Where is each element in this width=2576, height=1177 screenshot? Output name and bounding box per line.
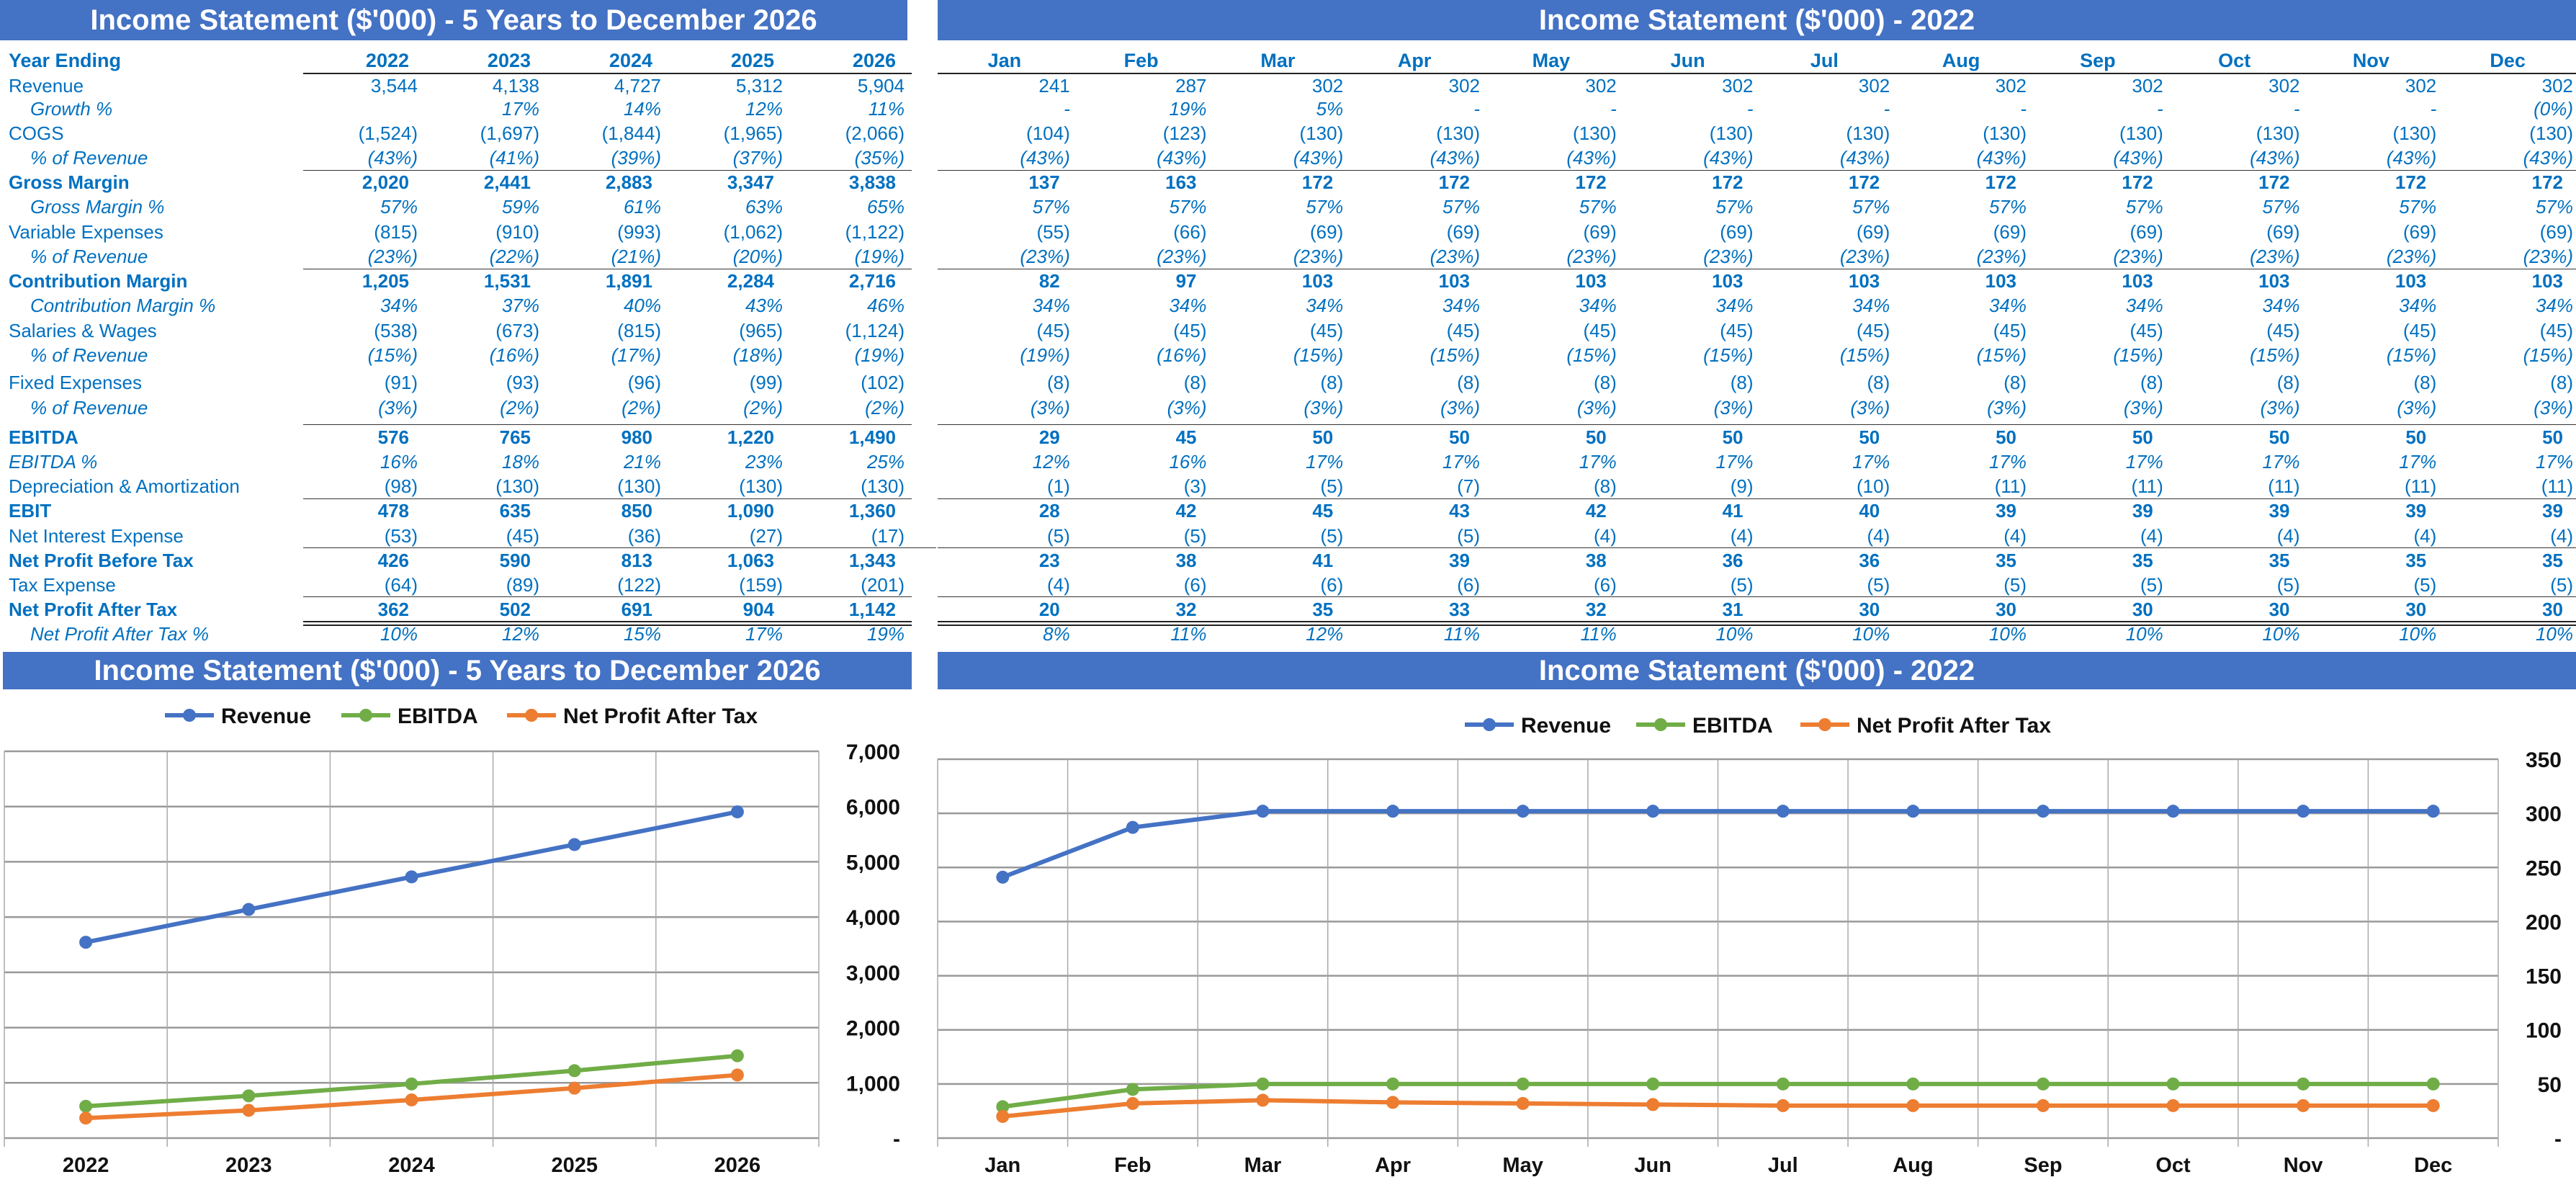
data-point xyxy=(1256,1077,1270,1091)
data-point xyxy=(2036,1077,2050,1091)
data-point xyxy=(1516,1077,1530,1091)
legend-label: Revenue xyxy=(221,704,311,728)
data-point xyxy=(2036,1098,2050,1112)
legend-marker xyxy=(359,709,372,722)
y-tick-label: 6,000 xyxy=(846,796,900,820)
data-point xyxy=(567,1064,581,1078)
data-point xyxy=(1906,1077,1920,1091)
data-point xyxy=(405,870,418,884)
data-point xyxy=(1646,805,1660,818)
charts-layer: - 1,000 2,000 3,000 4,000 5,000 6,000 7,000 2022… xyxy=(4,704,2562,1177)
data-point xyxy=(1386,1096,1400,1109)
legend-marker xyxy=(183,709,196,722)
x-tick-label: Nov xyxy=(2284,1154,2323,1177)
y-tick-label: - xyxy=(893,1127,900,1151)
data-point xyxy=(79,1111,93,1125)
legend-label: EBITDA xyxy=(398,704,478,728)
legend-label: Revenue xyxy=(1521,714,1611,738)
data-point xyxy=(1776,1098,1790,1112)
y-tick-label: 250 xyxy=(2526,856,2562,880)
y-tick-label: 3,000 xyxy=(846,962,900,985)
data-point xyxy=(1386,805,1400,818)
legend-marker xyxy=(525,709,538,722)
x-tick-label: Dec xyxy=(2414,1154,2452,1177)
x-tick-label: Aug xyxy=(1893,1154,1933,1177)
data-point xyxy=(1646,1077,1660,1091)
data-point xyxy=(2426,1098,2440,1112)
data-point xyxy=(2426,1077,2440,1091)
x-tick-label: Jun xyxy=(1634,1154,1671,1177)
x-tick-label: Oct xyxy=(2155,1154,2191,1177)
data-point xyxy=(79,1099,93,1113)
x-tick-label: 2024 xyxy=(388,1154,435,1177)
x-tick-label: 2022 xyxy=(63,1154,109,1177)
y-tick-label: 4,000 xyxy=(846,906,900,930)
x-tick-label: May xyxy=(1502,1154,1543,1177)
data-point xyxy=(1776,1077,1790,1091)
x-tick-label: Jan xyxy=(984,1154,1020,1177)
y-tick-label: 300 xyxy=(2526,802,2562,826)
data-point xyxy=(1126,1096,1139,1110)
data-point xyxy=(730,1068,744,1082)
data-point xyxy=(405,1077,418,1091)
data-point xyxy=(242,903,256,916)
data-point xyxy=(567,838,581,851)
y-tick-label: 50 xyxy=(2538,1073,2562,1097)
data-point xyxy=(1906,805,1920,818)
data-point xyxy=(567,1081,581,1095)
data-point xyxy=(1386,1077,1400,1091)
y-tick-label: 1,000 xyxy=(846,1072,900,1096)
legend-marker xyxy=(1483,718,1496,731)
y-tick-label: 7,000 xyxy=(846,740,900,764)
data-point xyxy=(2426,805,2440,818)
data-point xyxy=(405,1093,418,1106)
y-tick-label: 100 xyxy=(2526,1019,2562,1043)
x-tick-label: Mar xyxy=(1244,1154,1282,1177)
x-tick-label: Jul xyxy=(1768,1154,1798,1177)
data-point xyxy=(2166,805,2180,818)
x-tick-label: Sep xyxy=(2024,1154,2062,1177)
y-tick-label: 2,000 xyxy=(846,1017,900,1041)
y-tick-label: 5,000 xyxy=(846,851,900,874)
y-tick-label: 350 xyxy=(2526,748,2562,772)
data-point xyxy=(242,1104,256,1117)
legend-marker xyxy=(1654,718,1667,731)
y-tick-label: 150 xyxy=(2526,965,2562,989)
data-point xyxy=(1516,805,1530,818)
legend-label: Net Profit After Tax xyxy=(563,704,758,728)
legend-label: EBITDA xyxy=(1692,714,1773,738)
data-point xyxy=(996,870,1010,884)
x-tick-label: Feb xyxy=(1114,1154,1152,1177)
data-point xyxy=(730,805,744,819)
data-point xyxy=(1126,1083,1139,1096)
data-point xyxy=(730,1049,744,1062)
data-point xyxy=(1126,820,1139,834)
data-point xyxy=(2297,1098,2310,1112)
x-tick-label: 2025 xyxy=(551,1154,598,1177)
y-tick-label: - xyxy=(2554,1127,2562,1151)
data-point xyxy=(2166,1098,2180,1112)
x-tick-label: 2026 xyxy=(714,1154,761,1177)
data-point xyxy=(1256,1093,1270,1107)
y-tick-label: 200 xyxy=(2526,910,2562,934)
data-point xyxy=(2297,805,2310,818)
data-point xyxy=(1906,1098,1920,1112)
data-point xyxy=(996,1109,1010,1123)
x-tick-label: 2023 xyxy=(225,1154,272,1177)
data-point xyxy=(2297,1077,2310,1091)
data-point xyxy=(1646,1098,1660,1111)
data-point xyxy=(1516,1096,1530,1110)
legend-label: Net Profit After Tax xyxy=(1857,714,2051,738)
x-tick-label: Apr xyxy=(1375,1154,1411,1177)
data-point xyxy=(242,1089,256,1103)
legend-marker xyxy=(1818,718,1831,731)
data-point xyxy=(1256,805,1270,818)
data-point xyxy=(2166,1077,2180,1091)
data-point xyxy=(2036,805,2050,818)
data-point xyxy=(79,936,93,949)
data-point xyxy=(1776,805,1790,818)
